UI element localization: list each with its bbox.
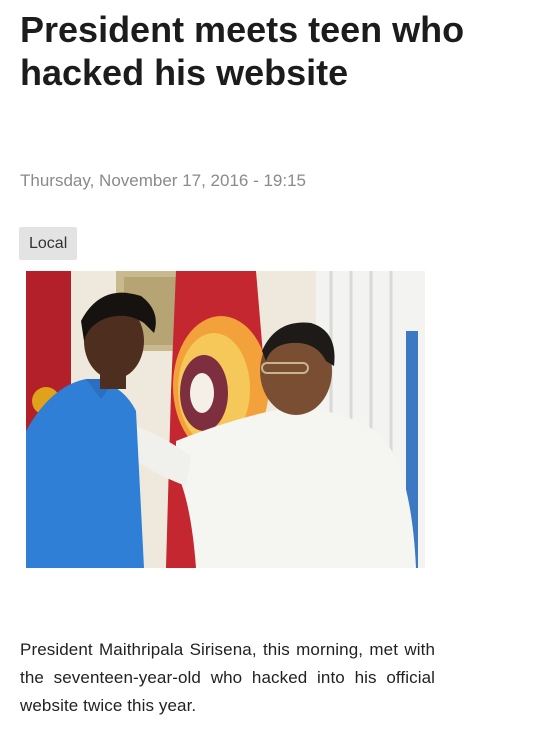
photo-illustration bbox=[26, 271, 425, 568]
article-headline: President meets teen who hacked his webs… bbox=[20, 9, 465, 93]
category-tag[interactable]: Local bbox=[19, 227, 78, 260]
article-body: President Maithripala Sirisena, this mor… bbox=[20, 640, 435, 715]
article-photo bbox=[26, 271, 425, 568]
article-date: Thursday, November 17, 2016 - 19:15 bbox=[20, 171, 307, 190]
